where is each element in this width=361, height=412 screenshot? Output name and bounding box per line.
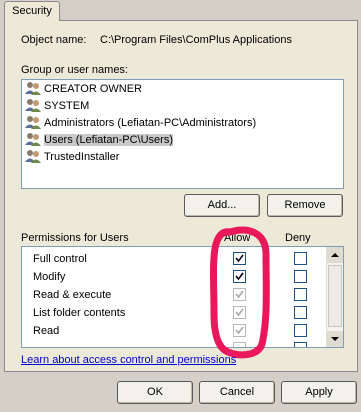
permission-row (22, 340, 322, 347)
list-item[interactable]: Administrators (Lefiatan-PC\Administrato… (25, 115, 256, 132)
object-name-label: Object name: (21, 34, 87, 46)
scroll-up-button[interactable] (327, 247, 343, 263)
deny-checkbox[interactable] (294, 288, 307, 301)
permission-row: Read (22, 322, 322, 340)
list-item-selected[interactable]: Users (Lefiatan-PC\Users) (25, 132, 173, 149)
ok-button[interactable]: OK (117, 381, 193, 404)
deny-checkbox[interactable] (294, 270, 307, 283)
arrow-down-icon (331, 337, 339, 341)
list-item-label: SYSTEM (44, 100, 90, 112)
users-group-icon (25, 81, 41, 95)
list-item-label: Users (Lefiatan-PC\Users) (44, 134, 173, 146)
remove-button[interactable]: Remove (267, 194, 343, 217)
apply-button[interactable]: Apply (281, 381, 357, 404)
permissions-list: Full control Modify Read & execute List … (21, 246, 344, 348)
group-user-list[interactable]: CREATOR OWNER SYSTEM Administrators (Lef… (21, 79, 344, 189)
permission-name: Full control (33, 253, 87, 265)
deny-checkbox[interactable] (294, 324, 307, 337)
scroll-thumb[interactable] (328, 265, 342, 327)
group-names-label: Group or user names: (21, 64, 128, 76)
permission-name: Read (33, 325, 60, 337)
permission-row: Full control (22, 250, 322, 268)
permission-name: Read & execute (33, 289, 112, 301)
list-item[interactable]: CREATOR OWNER (25, 81, 142, 98)
add-button[interactable]: Add... (184, 194, 260, 217)
annotation-highlight (210, 226, 270, 359)
list-item[interactable]: SYSTEM (25, 98, 89, 115)
list-item-label: TrustedInstaller (44, 151, 120, 163)
arrow-up-icon (331, 253, 339, 257)
tab-security[interactable]: Security (4, 1, 60, 21)
list-item-label: CREATOR OWNER (44, 83, 142, 95)
users-group-icon (25, 149, 41, 163)
users-group-icon (25, 132, 41, 146)
permission-row: List folder contents (22, 304, 322, 322)
learn-access-control-link[interactable]: Learn about access control and permissio… (21, 354, 236, 366)
users-group-icon (25, 115, 41, 129)
list-item[interactable]: TrustedInstaller (25, 149, 119, 166)
cancel-button[interactable]: Cancel (199, 381, 275, 404)
users-group-icon (25, 98, 41, 112)
permission-name: Modify (33, 271, 66, 283)
permission-row: Read & execute (22, 286, 322, 304)
list-item-label: Administrators (Lefiatan-PC\Administrato… (44, 117, 257, 129)
scroll-down-button[interactable] (327, 331, 343, 347)
deny-header: Deny (285, 232, 311, 244)
permission-row: Modify (22, 268, 322, 286)
object-name-value: C:\Program Files\ComPlus Applications (100, 34, 292, 46)
deny-checkbox[interactable] (294, 342, 307, 347)
deny-checkbox[interactable] (294, 306, 307, 319)
permissions-label: Permissions for Users (21, 232, 129, 244)
permission-name: List folder contents (33, 307, 126, 319)
deny-checkbox[interactable] (294, 252, 307, 265)
permissions-scrollbar[interactable] (326, 247, 343, 347)
